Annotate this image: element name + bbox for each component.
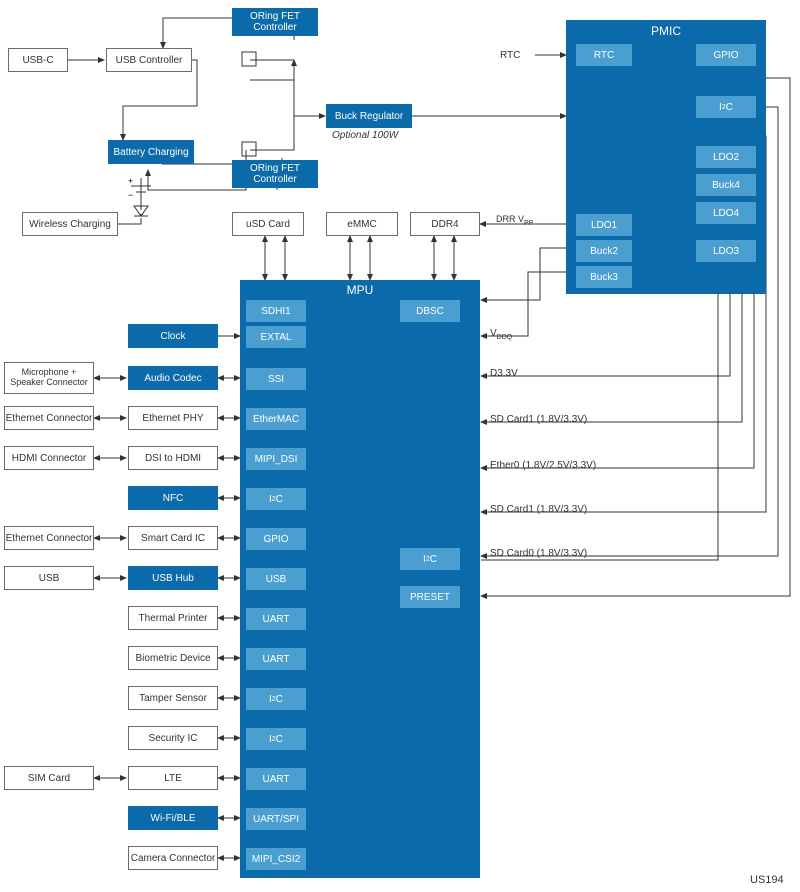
camera-conn-block: Camera Connector [128,846,218,870]
clock-block: Clock [128,324,218,348]
wifi-ble-block: Wi-Fi/BLE [128,806,218,830]
usb-controller-block: USB Controller [106,48,192,72]
mpu-dbsc-pin: DBSC [400,300,460,322]
usb-conn-block: USB [4,566,94,590]
usbc-block: USB-C [8,48,68,72]
pmic-block: PMIC RTC LDO1 Buck2 Buck3 GPIO I2C LDO2 … [566,20,766,294]
pmic-ldo4-pin: LDO4 [696,202,756,224]
mpu-i2c1-pin: I2C [246,488,306,510]
dsi-hdmi-block: DSI to HDMI [128,446,218,470]
mpu-uart2-pin: UART [246,648,306,670]
eth0-label: Ether0 (1.8V/2.5V/3.3V) [490,460,596,471]
hdmi-conn-block: HDMI Connector [4,446,94,470]
mpu-mipidsi-pin: MIPI_DSI [246,448,306,470]
pmic-gpio-pin: GPIO [696,44,756,66]
d33v-label: D3.3V [490,368,518,379]
biometric-block: Biometric Device [128,646,218,670]
eth-conn1-block: Ethernet Connector [4,406,94,430]
security-ic-block: Security IC [128,726,218,750]
nfc-block: NFC [128,486,218,510]
mpu-i2c2-pin: I2C [246,688,306,710]
mpu-sdhi1-pin: SDHI1 [246,300,306,322]
usd-block: uSD Card [232,212,304,236]
emmc-block: eMMC [326,212,398,236]
mpu-ethermac-pin: EtherMAC [246,408,306,430]
pmic-buck3-pin: Buck3 [576,266,632,288]
mpu-uart1-pin: UART [246,608,306,630]
mpu-ssi-pin: SSI [246,368,306,390]
tamper-block: Tamper Sensor [128,686,218,710]
diagram-id: US194 [750,874,784,886]
pmic-ldo1-pin: LDO1 [576,214,632,236]
battery-charging-block: Battery Charging [108,140,194,164]
buck-regulator-block: Buck Regulator [326,104,412,128]
eth-phy-block: Ethernet PHY [128,406,218,430]
wireless-charging-block: Wireless Charging [22,212,118,236]
pmic-ldo3-pin: LDO3 [696,240,756,262]
svg-text:−: − [128,190,133,200]
mpu-i2c3-pin: I2C [246,728,306,750]
usb-hub-block: USB Hub [128,566,218,590]
oring1-block: ORing FET Controller [232,8,318,36]
mpu-extal-pin: EXTAL [246,326,306,348]
oring2-block: ORing FET Controller [232,160,318,188]
sd0-label: SD Card0 (1.8V/3.3V) [490,548,587,559]
mpu-title: MPU [240,280,480,297]
svg-text:+: + [128,176,133,186]
pmic-rtc-pin: RTC [576,44,632,66]
smartcard-block: Smart Card IC [128,526,218,550]
ddr-vpp-label: DRR VPP [496,214,533,227]
thermal-printer-block: Thermal Printer [128,606,218,630]
sim-block: SIM Card [4,766,94,790]
pmic-buck4-pin: Buck4 [696,174,756,196]
buck-note: Optional 100W [332,130,398,141]
mpu-block: MPU SDHI1 DBSC EXTAL SSI EtherMAC MIPI_D… [240,280,480,878]
sd1b-label: SD Card1 (1.8V/3.3V) [490,504,587,515]
mpu-uart3-pin: UART [246,768,306,790]
mpu-preset-pin: PRESET [400,586,460,608]
eth-conn2-block: Ethernet Connector [4,526,94,550]
pmic-title: PMIC [566,20,766,38]
mpu-uartspi-pin: UART/SPI [246,808,306,830]
mpu-gpio-pin: GPIO [246,528,306,550]
vddq-label: VDDQ [490,328,512,341]
pmic-ldo2-pin: LDO2 [696,146,756,168]
mpu-mipicsi2-pin: MIPI_CSI2 [246,848,306,870]
mic-spk-block: Microphone + Speaker Connector [4,362,94,394]
ddr4-block: DDR4 [410,212,480,236]
pmic-i2c-pin: I2C [696,96,756,118]
mpu-usb-pin: USB [246,568,306,590]
mpu-i2c-right-pin: I2C [400,548,460,570]
sd1a-label: SD Card1 (1.8V/3.3V) [490,414,587,425]
audio-codec-block: Audio Codec [128,366,218,390]
lte-block: LTE [128,766,218,790]
rtc-input-label: RTC [500,50,520,61]
pmic-buck2-pin: Buck2 [576,240,632,262]
